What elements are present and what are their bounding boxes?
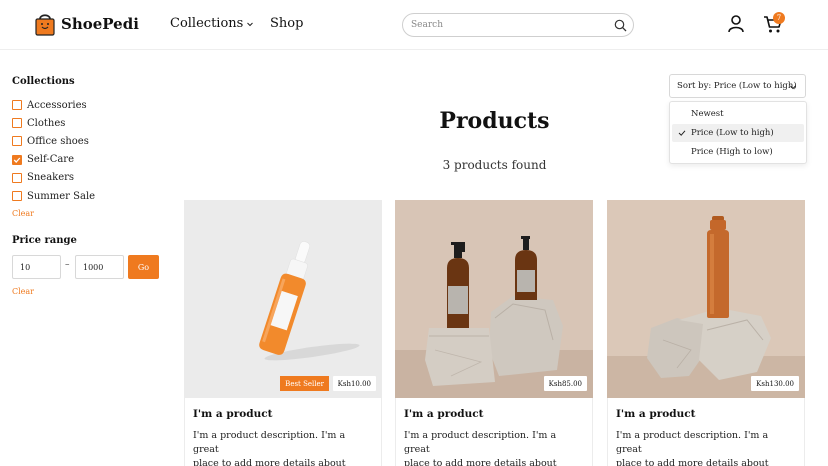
filter-item-label: Accessories bbox=[27, 99, 87, 111]
price-tag: Ksh130.00 bbox=[751, 376, 799, 391]
product-image[interactable]: Best Seller Ksh10.00 bbox=[184, 200, 382, 398]
search-bar[interactable] bbox=[402, 13, 634, 37]
check-icon bbox=[678, 130, 686, 136]
product-card[interactable]: Ksh130.00 I'm a product I'm a product de… bbox=[607, 200, 805, 466]
shopping-bag-icon bbox=[35, 14, 55, 36]
sort-option-price-low-high[interactable]: Price (Low to high) bbox=[672, 124, 804, 142]
price-min-input[interactable]: 10 bbox=[12, 255, 61, 279]
collections-filter-list: Accessories Clothes Office shoes Self-Ca… bbox=[12, 96, 95, 205]
product-description-line: place to add more details about your... bbox=[616, 458, 769, 466]
filter-item-clothes[interactable]: Clothes bbox=[12, 114, 95, 132]
sort-menu: Newest Price (Low to high) Price (High t… bbox=[669, 101, 807, 164]
price-go-button[interactable]: Go bbox=[128, 255, 159, 279]
user-account-icon[interactable] bbox=[728, 15, 744, 33]
filter-item-label: Sneakers bbox=[27, 172, 75, 184]
filter-item-summer-sale[interactable]: Summer Sale bbox=[12, 187, 95, 205]
checkbox[interactable] bbox=[12, 118, 22, 129]
filter-item-label: Self-Care bbox=[27, 154, 75, 166]
clear-collections-link[interactable]: Clear bbox=[12, 209, 34, 218]
chevron-down-icon bbox=[790, 85, 796, 90]
checkbox-checked[interactable] bbox=[12, 154, 22, 165]
product-description-line: place to add more details about your... bbox=[404, 458, 557, 466]
check-icon bbox=[13, 157, 21, 163]
product-description-line: I'm a product description. I'm a great bbox=[193, 430, 346, 455]
price-range-separator: – bbox=[65, 260, 70, 270]
serum-bottle-illustration bbox=[259, 241, 360, 361]
product-card[interactable]: Best Seller Ksh10.00 I'm a product I'm a… bbox=[184, 200, 382, 466]
filter-item-label: Summer Sale bbox=[27, 190, 96, 202]
sort-dropdown[interactable]: Sort by: Price (Low to high) bbox=[669, 74, 806, 98]
price-tag: Ksh10.00 bbox=[332, 376, 376, 391]
sort-label: Sort by: Price (Low to high) bbox=[677, 81, 797, 91]
sort-option-price-high-low[interactable]: Price (High to low) bbox=[672, 143, 804, 161]
product-title[interactable]: I'm a product bbox=[404, 408, 584, 420]
product-description-line: place to add more details about your... bbox=[193, 458, 346, 466]
sort-option-newest[interactable]: Newest bbox=[672, 105, 804, 123]
site-header: ShoePedi Collections Shop 7 bbox=[0, 0, 828, 50]
brand-logo[interactable]: ShoePedi bbox=[34, 12, 139, 36]
nav-collections[interactable]: Collections bbox=[170, 16, 254, 31]
search-icon[interactable] bbox=[614, 19, 627, 32]
checkbox[interactable] bbox=[12, 191, 22, 202]
price-max-input[interactable]: 1000 bbox=[75, 255, 124, 279]
product-image[interactable]: Ksh130.00 bbox=[607, 200, 805, 398]
filter-item-office-shoes[interactable]: Office shoes bbox=[12, 132, 95, 150]
filter-item-accessories[interactable]: Accessories bbox=[12, 96, 95, 114]
product-title[interactable]: I'm a product bbox=[616, 408, 796, 420]
filter-item-sneakers[interactable]: Sneakers bbox=[12, 169, 95, 187]
dispenser-bottles-illustration bbox=[395, 236, 593, 398]
brand-name: ShoePedi bbox=[61, 15, 139, 33]
product-description-line: I'm a product description. I'm a great bbox=[404, 430, 557, 455]
product-title[interactable]: I'm a product bbox=[193, 408, 373, 420]
product-description-line: I'm a product description. I'm a great bbox=[616, 430, 769, 455]
product-info: I'm a product I'm a product description.… bbox=[607, 398, 805, 466]
filter-item-label: Clothes bbox=[27, 117, 66, 129]
collections-filter-title: Collections bbox=[12, 76, 75, 87]
sort-option-label: Price (Low to high) bbox=[691, 128, 774, 138]
clear-price-link[interactable]: Clear bbox=[12, 287, 34, 296]
checkbox[interactable] bbox=[12, 100, 22, 111]
cart-count-badge: 7 bbox=[773, 12, 785, 24]
checkbox[interactable] bbox=[12, 136, 22, 147]
filter-item-label: Office shoes bbox=[27, 135, 89, 147]
filter-item-self-care[interactable]: Self-Care bbox=[12, 151, 95, 169]
product-image[interactable]: Ksh85.00 bbox=[395, 200, 593, 398]
nav-collections-label: Collections bbox=[170, 16, 244, 31]
best-seller-badge: Best Seller bbox=[280, 376, 329, 391]
product-info: I'm a product I'm a product description.… bbox=[184, 398, 382, 466]
checkbox[interactable] bbox=[12, 172, 22, 183]
product-info: I'm a product I'm a product description.… bbox=[395, 398, 593, 466]
price-tag: Ksh85.00 bbox=[543, 376, 587, 391]
search-input[interactable] bbox=[411, 20, 614, 30]
chevron-down-icon bbox=[247, 22, 254, 26]
nav-shop[interactable]: Shop bbox=[270, 16, 303, 31]
product-card[interactable]: Ksh85.00 I'm a product I'm a product des… bbox=[395, 200, 593, 466]
water-bottle-illustration bbox=[607, 216, 805, 398]
price-range-title: Price range bbox=[12, 235, 77, 246]
